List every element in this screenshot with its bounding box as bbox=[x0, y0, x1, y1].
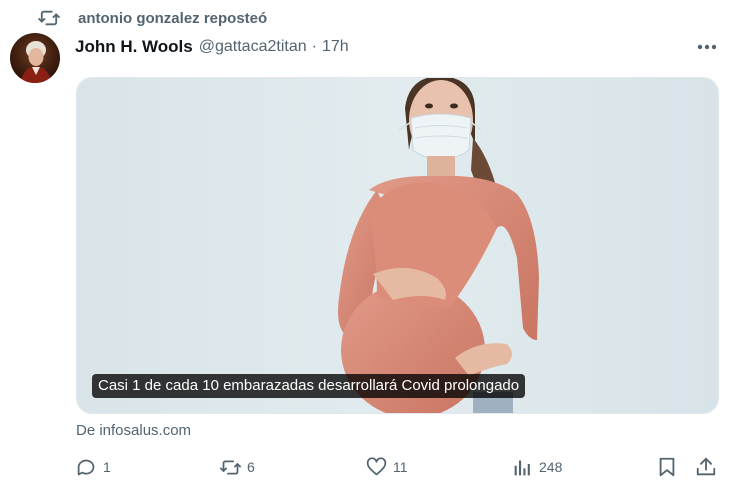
share-icon[interactable] bbox=[695, 456, 717, 478]
separator-dot: · bbox=[311, 38, 317, 55]
reply-count: 1 bbox=[103, 459, 111, 475]
views-icon bbox=[514, 460, 530, 475]
link-preview-card[interactable]: Casi 1 de cada 10 embarazadas desarrolla… bbox=[76, 77, 719, 414]
like-button[interactable]: 11 bbox=[366, 452, 408, 482]
reply-icon bbox=[77, 459, 95, 475]
repost-label[interactable]: antonio gonzalez reposteó bbox=[78, 10, 267, 27]
avatar[interactable] bbox=[10, 33, 60, 83]
author-handle[interactable]: @gattaca2titan bbox=[199, 38, 307, 56]
heart-icon bbox=[366, 456, 387, 475]
repost-count: 6 bbox=[247, 459, 255, 475]
more-icon[interactable] bbox=[694, 38, 720, 56]
article-image bbox=[77, 78, 718, 413]
repost-icon bbox=[38, 10, 60, 26]
action-bar: 1 6 11 248 bbox=[0, 452, 736, 482]
repost-icon bbox=[220, 460, 241, 474]
views-button[interactable]: 248 bbox=[512, 452, 562, 482]
reply-button[interactable]: 1 bbox=[76, 452, 111, 482]
post-header: John H. Wools @gattaca2titan · 17h bbox=[75, 36, 349, 58]
repost-button[interactable]: 6 bbox=[220, 452, 255, 482]
views-count: 248 bbox=[539, 459, 563, 475]
article-caption: Casi 1 de cada 10 embarazadas desarrolla… bbox=[92, 374, 526, 398]
author-name[interactable]: John H. Wools bbox=[75, 37, 193, 57]
bookmark-icon[interactable] bbox=[656, 456, 678, 478]
post-timestamp[interactable]: 17h bbox=[322, 38, 349, 56]
repost-indicator: antonio gonzalez reposteó bbox=[0, 0, 736, 36]
link-source[interactable]: De infosalus.com bbox=[76, 422, 191, 439]
like-count: 11 bbox=[393, 459, 408, 475]
